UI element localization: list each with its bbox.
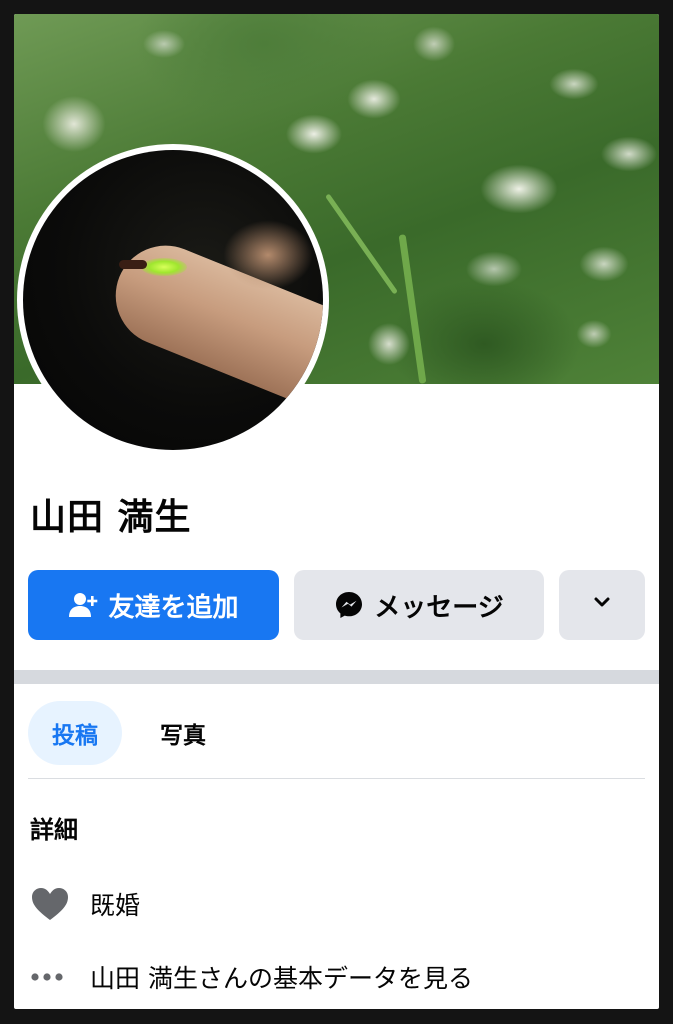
add-friend-button[interactable]: 友達を追加 xyxy=(28,570,279,640)
relationship-status-text: 既婚 xyxy=(90,891,141,920)
more-dots-icon xyxy=(30,972,78,982)
basic-info-row[interactable]: 山田 満生さんの基本データを見る xyxy=(30,959,473,995)
profile-screen: 山田 満生 友達を追加 メッセージ 投稿 写真 詳細 既婚 山田 満生さんの基本… xyxy=(14,14,659,1009)
relationship-status-row: 既婚 xyxy=(30,886,140,922)
message-label: メッセージ xyxy=(374,592,504,623)
chevron-down-icon xyxy=(591,590,613,620)
message-button[interactable]: メッセージ xyxy=(294,570,544,640)
basic-info-link[interactable]: 山田 満生さんの基本データを見る xyxy=(90,959,473,995)
firefly xyxy=(119,260,147,269)
tab-photos[interactable]: 写真 xyxy=(136,701,230,765)
tab-posts[interactable]: 投稿 xyxy=(28,701,122,765)
heart-icon xyxy=(30,886,78,922)
profile-picture-image xyxy=(23,150,323,450)
tabs-divider xyxy=(28,778,645,779)
add-friend-label: 友達を追加 xyxy=(108,592,239,623)
firefly-glow xyxy=(141,258,187,276)
profile-picture[interactable] xyxy=(17,144,329,456)
flower-stem xyxy=(325,193,398,295)
knuckle-shade xyxy=(223,220,313,290)
profile-tabs: 投稿 写真 xyxy=(28,700,244,766)
add-person-icon xyxy=(68,590,98,620)
flower-stem xyxy=(398,234,427,384)
details-heading: 詳細 xyxy=(30,816,78,844)
more-options-button[interactable] xyxy=(559,570,645,640)
profile-name: 山田 満生 xyxy=(30,497,192,538)
section-divider xyxy=(14,670,659,684)
messenger-icon xyxy=(334,590,364,620)
